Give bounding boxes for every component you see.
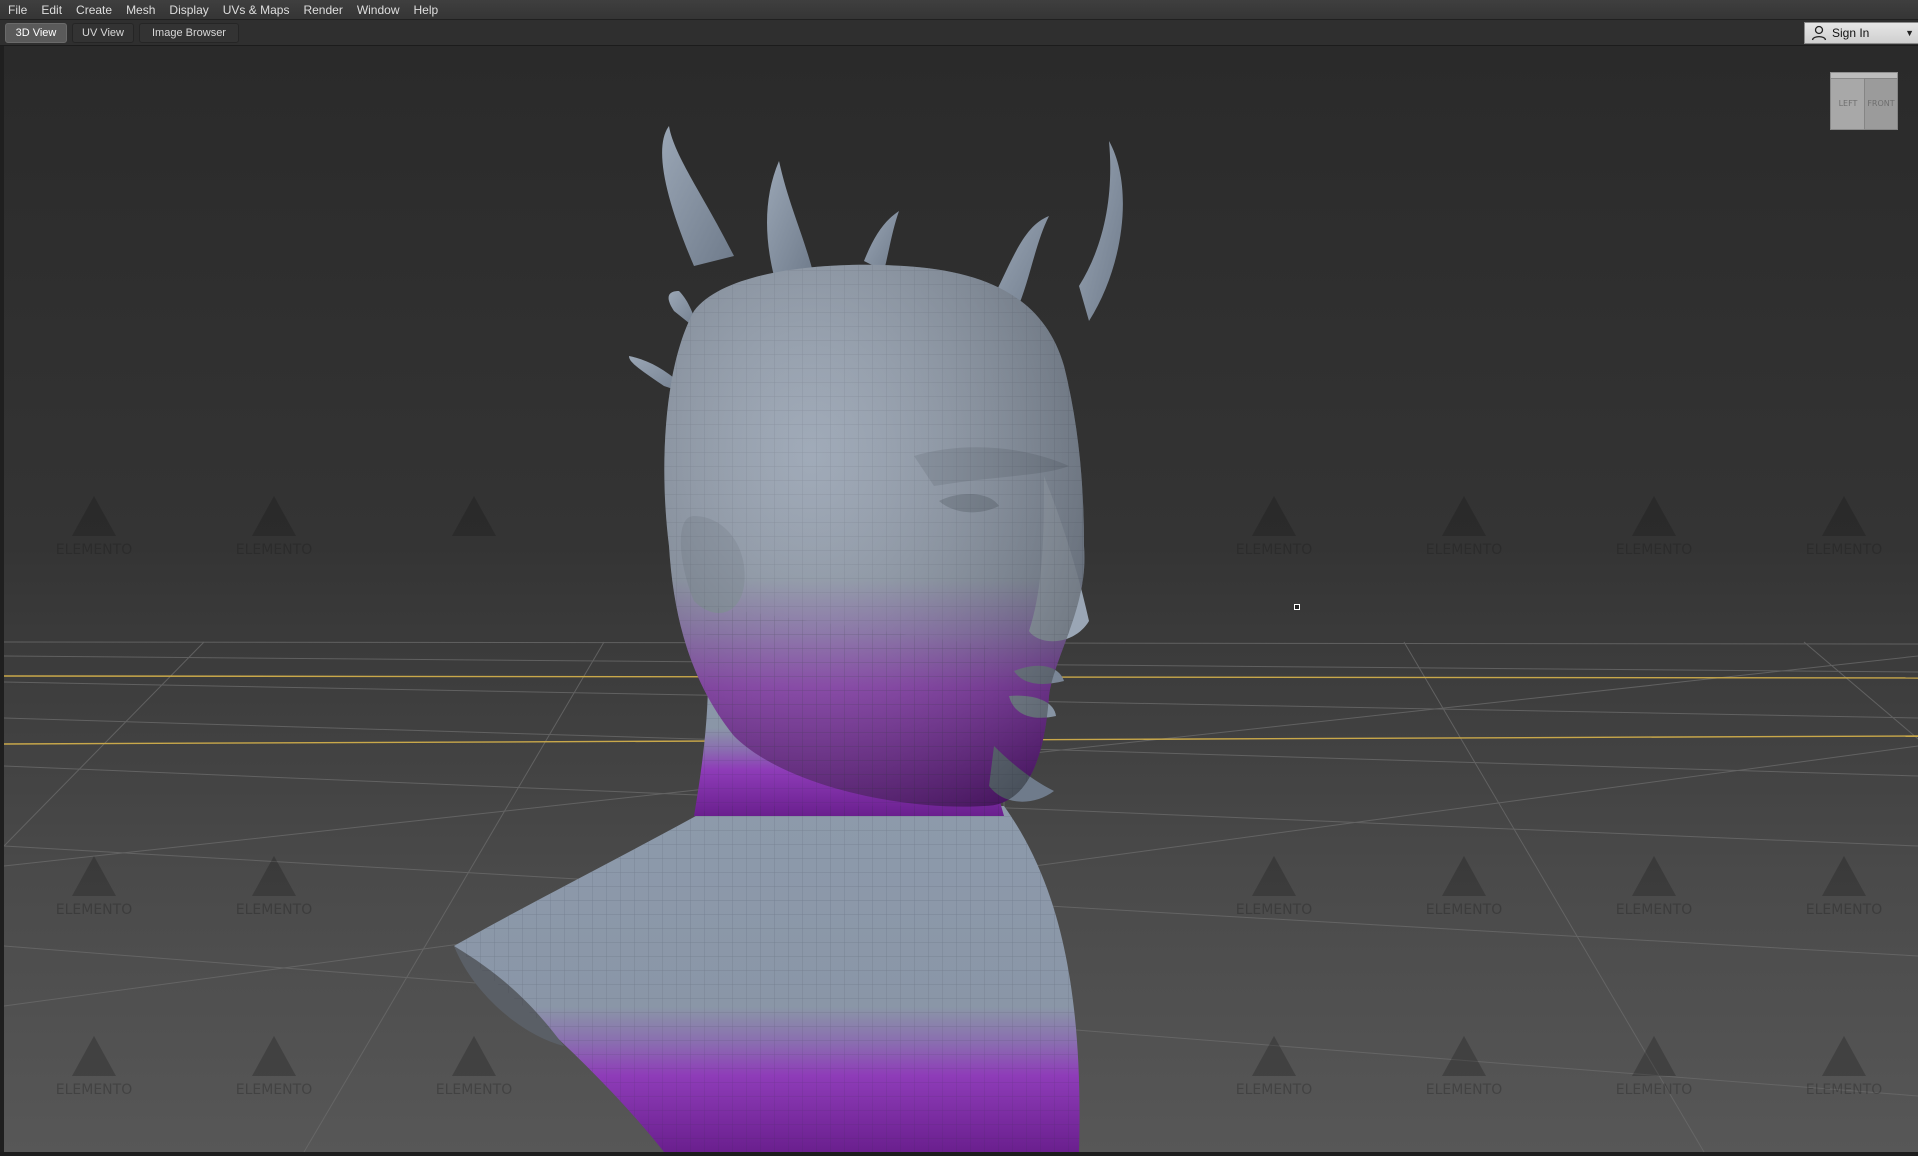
tab-uv-view[interactable]: UV View: [72, 23, 134, 43]
svg-text:ELEMENTO: ELEMENTO: [1426, 1082, 1502, 1098]
sculpt-app-window: File Edit Create Mesh Display UVs & Maps…: [0, 0, 1918, 1156]
svg-text:ELEMENTO: ELEMENTO: [56, 542, 132, 558]
menu-create[interactable]: Create: [76, 0, 112, 20]
tab-image-browser[interactable]: Image Browser: [139, 23, 239, 43]
scene-canvas[interactable]: ELEMENTO ELEMENTO ELEMENTO ELEMENTO ELEM…: [4, 46, 1918, 1152]
svg-text:ELEMENTO: ELEMENTO: [1806, 902, 1882, 918]
menu-help[interactable]: Help: [414, 0, 439, 20]
svg-text:ELEMENTO: ELEMENTO: [1236, 1082, 1312, 1098]
svg-text:ELEMENTO: ELEMENTO: [56, 902, 132, 918]
tab-3d-view[interactable]: 3D View: [5, 23, 67, 43]
menu-uvs-maps[interactable]: UVs & Maps: [223, 0, 290, 20]
sign-in-button[interactable]: Sign In ▼: [1804, 22, 1918, 44]
menu-bar: File Edit Create Mesh Display UVs & Maps…: [0, 0, 1918, 20]
mouse-cursor: [1294, 604, 1300, 610]
chevron-down-icon[interactable]: ▼: [1905, 28, 1914, 38]
user-icon: [1811, 25, 1827, 41]
svg-text:ELEMENTO: ELEMENTO: [236, 902, 312, 918]
svg-text:ELEMENTO: ELEMENTO: [1806, 1082, 1882, 1098]
sculpted-head-mesh[interactable]: [454, 126, 1123, 1152]
svg-text:ELEMENTO: ELEMENTO: [1426, 902, 1502, 918]
view-tab-bar: 3D View UV View Image Browser Sign In ▼: [0, 20, 1918, 46]
sign-in-label: Sign In: [1832, 26, 1870, 40]
window-bottom-edge: [0, 1152, 1918, 1156]
svg-text:ELEMENTO: ELEMENTO: [1426, 542, 1502, 558]
svg-text:ELEMENTO: ELEMENTO: [436, 1082, 512, 1098]
svg-text:ELEMENTO: ELEMENTO: [236, 542, 312, 558]
svg-text:ELEMENTO: ELEMENTO: [56, 1082, 132, 1098]
menu-window[interactable]: Window: [357, 0, 400, 20]
menu-display[interactable]: Display: [169, 0, 208, 20]
svg-text:ELEMENTO: ELEMENTO: [1236, 902, 1312, 918]
view-cube[interactable]: LEFT FRONT: [1830, 72, 1900, 130]
menu-render[interactable]: Render: [303, 0, 342, 20]
svg-text:ELEMENTO: ELEMENTO: [1616, 542, 1692, 558]
svg-text:ELEMENTO: ELEMENTO: [1616, 1082, 1692, 1098]
svg-text:ELEMENTO: ELEMENTO: [1806, 542, 1882, 558]
view-cube-front-face[interactable]: FRONT: [1864, 78, 1898, 130]
menu-file[interactable]: File: [8, 0, 27, 20]
3d-viewport[interactable]: ELEMENTO ELEMENTO ELEMENTO ELEMENTO ELEM…: [4, 46, 1918, 1152]
view-cube-left-face[interactable]: LEFT: [1830, 78, 1866, 130]
svg-text:ELEMENTO: ELEMENTO: [1616, 902, 1692, 918]
menu-mesh[interactable]: Mesh: [126, 0, 155, 20]
svg-text:ELEMENTO: ELEMENTO: [236, 1082, 312, 1098]
menu-edit[interactable]: Edit: [41, 0, 62, 20]
svg-text:ELEMENTO: ELEMENTO: [1236, 542, 1312, 558]
